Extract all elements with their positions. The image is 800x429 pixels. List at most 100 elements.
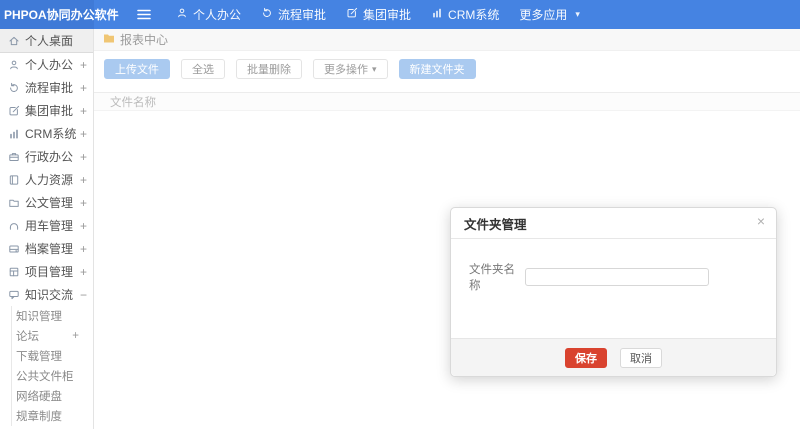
folder-icon <box>8 197 20 209</box>
upload-file-button[interactable]: 上传文件 <box>104 59 170 79</box>
batch-delete-button[interactable]: 批量删除 <box>236 59 302 79</box>
drive-icon <box>8 243 20 255</box>
sidebar-subitem-knowledge-mgmt[interactable]: 知识管理 <box>12 306 93 326</box>
nav-item-more-apps[interactable]: 更多应用 ▾ <box>519 0 580 29</box>
sidebar-item-human-resources[interactable]: 人力资源 + <box>0 168 93 191</box>
toolbar: 上传文件 全选 批量删除 更多操作 ▾ 新建文件夹 <box>94 51 800 87</box>
sidebar-item-label: 人力资源 <box>25 173 74 187</box>
sidebar-item-knowledge-exchange[interactable]: 知识交流 − <box>0 283 93 306</box>
nav-item-personal-office[interactable]: 个人办公 <box>176 0 241 29</box>
close-icon[interactable]: × <box>757 214 765 228</box>
sidebar-subitem-network-disk[interactable]: 网络硬盘 <box>12 386 93 406</box>
expand-toggle-icon[interactable]: + <box>80 242 87 256</box>
file-table-header: 文件名称 <box>94 92 800 111</box>
sidebar-item-group-approval[interactable]: 集团审批 + <box>0 99 93 122</box>
sidebar-item-label: 个人办公 <box>25 58 74 72</box>
expand-toggle-icon[interactable]: + <box>80 219 87 233</box>
breadcrumb-label: 报表中心 <box>120 33 169 47</box>
sidebar-subitem-forum[interactable]: 论坛 + <box>12 326 93 346</box>
select-all-button[interactable]: 全选 <box>181 59 225 79</box>
expand-toggle-icon[interactable]: + <box>80 173 87 187</box>
expand-toggle-icon[interactable]: + <box>80 104 87 118</box>
dialog-header: 文件夹管理 × <box>451 208 776 239</box>
sidebar-item-label: 行政办公 <box>25 150 74 164</box>
sidebar-item-personal-desktop[interactable]: 个人桌面 <box>0 29 93 53</box>
sidebar-subitem-public-cabinet[interactable]: 公共文件柜 <box>12 366 93 386</box>
sidebar-item-archive-mgmt[interactable]: 档案管理 + <box>0 237 93 260</box>
sidebar-subitem-label: 网络硬盘 <box>16 391 62 403</box>
nav-item-label: CRM系统 <box>448 8 500 22</box>
sidebar-item-label: 项目管理 <box>25 265 74 279</box>
dialog-title: 文件夹管理 <box>464 217 527 232</box>
folder-icon <box>103 33 115 47</box>
hamburger-menu-icon[interactable] <box>134 0 154 29</box>
expand-toggle-icon[interactable]: − <box>80 288 87 302</box>
sidebar-item-crm-system[interactable]: CRM系统 + <box>0 122 93 145</box>
expand-toggle-icon[interactable]: + <box>80 81 87 95</box>
sidebar-item-process-approval[interactable]: 流程审批 + <box>0 76 93 99</box>
sidebar-item-vehicle-mgmt[interactable]: 用车管理 + <box>0 214 93 237</box>
edit-icon <box>8 105 20 117</box>
sidebar-subitem-label: 知识管理 <box>16 311 62 323</box>
sidebar-subitem-label: 公共文件柜 <box>16 371 74 383</box>
breadcrumb[interactable]: 报表中心 <box>94 29 800 51</box>
sidebar-subitem-label: 论坛 <box>16 331 39 343</box>
app-logo: PHPOA协同办公软件 <box>0 0 119 29</box>
cancel-button[interactable]: 取消 <box>620 347 662 368</box>
sidebar-subitem-download-mgmt[interactable]: 下载管理 <box>12 346 93 366</box>
save-button[interactable]: 保存 <box>565 347 607 368</box>
sidebar-subitem-label: 下载管理 <box>16 351 62 363</box>
sidebar-item-project-mgmt[interactable]: 项目管理 + <box>0 260 93 283</box>
sidebar: 个人桌面 个人办公 + 流程审批 + 集团审批 + CRM系统 + 行政办公 + 人力资源 + 公文管理 +… <box>0 29 94 429</box>
book-icon <box>8 174 20 186</box>
topnav: 个人办公 流程审批 集团审批 CRM系统 更多应用 ▾ <box>176 0 580 29</box>
expand-toggle-icon[interactable]: + <box>80 265 87 279</box>
nav-item-process-approval[interactable]: 流程审批 <box>261 0 326 29</box>
sidebar-item-label: 知识交流 <box>25 288 74 302</box>
chevron-down-icon: ▾ <box>575 9 580 19</box>
sidebar-item-label: 档案管理 <box>25 242 74 256</box>
column-header: 文件名称 <box>110 96 156 109</box>
sidebar-item-document-mgmt[interactable]: 公文管理 + <box>0 191 93 214</box>
nav-item-group-approval[interactable]: 集团审批 <box>346 0 411 29</box>
expand-toggle-icon[interactable]: + <box>72 330 79 342</box>
expand-toggle-icon[interactable]: + <box>80 150 87 164</box>
sidebar-subitem-label: 规章制度 <box>16 411 62 423</box>
sidebar-item-label: 流程审批 <box>25 81 74 95</box>
chart-icon <box>431 7 443 22</box>
user-icon <box>176 7 188 22</box>
nav-item-label: 流程审批 <box>278 8 327 22</box>
sidebar-item-label: 用车管理 <box>25 219 74 233</box>
chat-icon <box>8 289 20 301</box>
folder-management-dialog: 文件夹管理 × 文件夹名称 保存 取消 <box>450 207 777 377</box>
nav-item-label: 集团审批 <box>363 8 412 22</box>
edit-icon <box>346 7 358 22</box>
folder-name-input[interactable] <box>525 268 709 286</box>
sidebar-item-label: CRM系统 <box>25 127 77 141</box>
chart-icon <box>8 128 20 140</box>
top-navbar: PHPOA协同办公软件 个人办公 流程审批 集团审批 CRM系统 更多应用 ▾ <box>0 0 800 29</box>
folder-name-label: 文件夹名称 <box>469 264 515 292</box>
nav-item-crm-system[interactable]: CRM系统 <box>431 0 499 29</box>
sidebar-item-personal-office[interactable]: 个人办公 + <box>0 53 93 76</box>
sidebar-item-label: 个人桌面 <box>25 34 74 48</box>
briefcase-icon <box>8 151 20 163</box>
nav-item-label: 个人办公 <box>193 8 242 22</box>
chevron-down-icon: ▾ <box>372 63 377 74</box>
process-icon <box>8 82 20 94</box>
dialog-footer: 保存 取消 <box>451 338 776 376</box>
expand-toggle-icon[interactable]: + <box>80 58 87 72</box>
sidebar-item-label: 集团审批 <box>25 104 74 118</box>
sidebar-subitem-rules-regulations[interactable]: 规章制度 <box>12 406 93 426</box>
home-icon <box>8 35 20 47</box>
expand-toggle-icon[interactable]: + <box>80 196 87 210</box>
sidebar-item-label: 公文管理 <box>25 196 74 210</box>
headset-icon <box>8 220 20 232</box>
more-actions-button[interactable]: 更多操作 ▾ <box>313 59 388 79</box>
new-folder-button[interactable]: 新建文件夹 <box>398 59 476 79</box>
submenu-knowledge-exchange: 知识管理论坛 + 下载管理公共文件柜网络硬盘规章制度 <box>11 306 93 426</box>
user-icon <box>8 59 20 71</box>
expand-toggle-icon[interactable]: + <box>80 127 87 141</box>
sidebar-item-admin-office[interactable]: 行政办公 + <box>0 145 93 168</box>
project-icon <box>8 266 20 278</box>
